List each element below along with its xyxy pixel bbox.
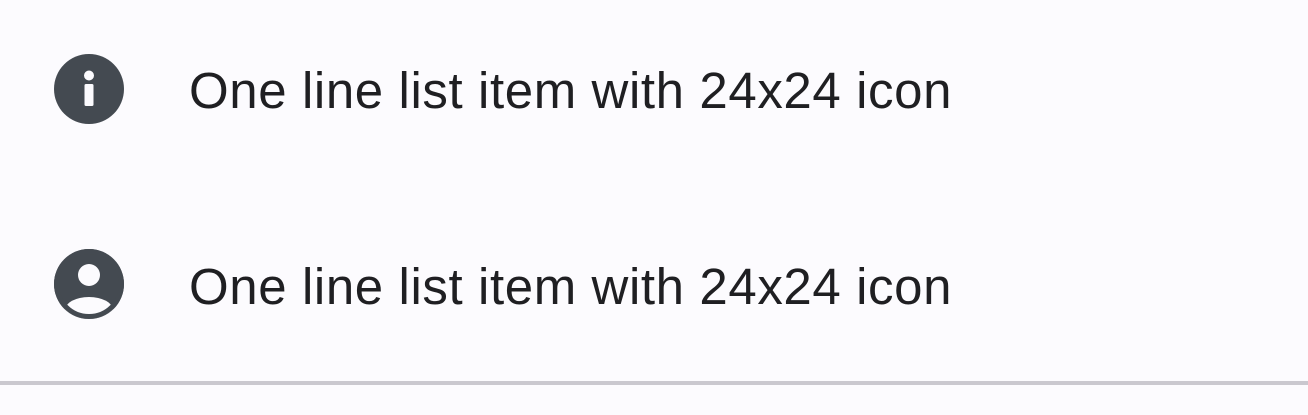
list-item-account[interactable]: One line list item with 24x24 icon (0, 188, 1308, 384)
info-icon (54, 54, 124, 124)
divider (0, 381, 1308, 385)
list: One line list item with 24x24 icon One l… (0, 0, 1308, 415)
list-item-label: One line list item with 24x24 icon (189, 62, 953, 119)
list-item-label: One line list item with 24x24 icon (189, 258, 953, 315)
account-circle-icon (54, 249, 124, 319)
list-item-info[interactable]: One line list item with 24x24 icon (0, 0, 1308, 182)
